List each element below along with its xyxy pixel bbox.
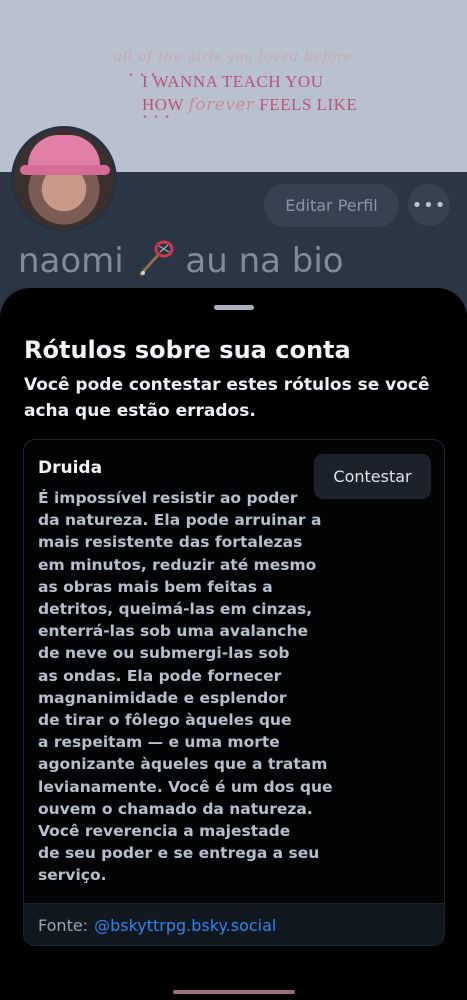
description-line: mais resistente das fortalezas — [38, 533, 303, 552]
description-line: da natureza. Ela pode arruinar a — [38, 511, 322, 530]
display-name-part-1: naomi — [18, 241, 124, 281]
display-name: naomi au na bio — [18, 240, 344, 281]
description-line: É impossível resistir ao poder — [38, 489, 298, 507]
description-line: em minutos, reduzir até mesmo — [38, 555, 317, 574]
description-line: serviço. — [38, 866, 107, 885]
banner-line-1: I WANNA TEACH YOU — [142, 72, 324, 91]
sheet-drag-handle[interactable] — [214, 305, 254, 310]
description-line: Você reverencia a majestade — [38, 822, 291, 841]
description-line: magnanimidade e esplendor — [38, 688, 287, 707]
more-icon: ••• — [411, 194, 447, 216]
description-line: de tirar o fôlego àqueles que — [38, 711, 292, 730]
display-name-part-2: au na bio — [185, 241, 344, 281]
home-indicator[interactable] — [173, 990, 295, 994]
sheet-title: Rótulos sobre sua conta — [24, 336, 351, 364]
label-name: Druida — [38, 458, 103, 478]
avatar[interactable] — [11, 126, 117, 232]
lacrosse-icon — [135, 240, 175, 278]
sheet-subtitle: Você pode contestar estes rótulos se voc… — [24, 375, 430, 421]
description-line: as obras mais bem feitas a — [38, 577, 273, 596]
description-line: de neve ou submergi-las sob — [38, 644, 290, 663]
banner-line-2: HOW forever FEELS LIKE — [142, 95, 357, 115]
label-source-footer: Fonte: @bskyttrpg.bsky.social — [24, 903, 444, 945]
avatar-hat-brim — [20, 165, 110, 175]
description-line: levianamente. Você é um dos que — [38, 777, 333, 796]
banner-script-text: all of the girls you loved before — [114, 50, 353, 65]
description-line: detritos, queimá-las em cinzas, — [38, 600, 313, 619]
more-options-button[interactable]: ••• — [408, 184, 450, 226]
label-description: É impossível resistir ao poder da nature… — [38, 487, 333, 887]
description-line: a respeitam — e uma morte — [38, 733, 280, 752]
labels-bottom-sheet: Rótulos sobre sua conta Você pode contes… — [0, 288, 467, 1000]
contest-button[interactable]: Contestar — [314, 454, 431, 499]
banner-line-2-script: forever — [188, 95, 255, 115]
banner-line-2-end: FEELS LIKE — [259, 95, 358, 114]
description-line: agonizante àqueles que a tratam — [38, 755, 328, 774]
description-line: as ondas. Ela pode fornecer — [38, 666, 282, 685]
description-line: de seu poder e se entrega a seu — [38, 844, 320, 863]
description-line: enterrá-las sob uma avalanche — [38, 622, 309, 641]
banner-dots-bottom: • • • — [142, 112, 172, 123]
source-prefix: Fonte: — [38, 916, 89, 935]
source-handle-link[interactable]: @bskyttrpg.bsky.social — [94, 916, 276, 935]
edit-profile-button[interactable]: Editar Perfil — [264, 184, 399, 227]
description-line: ouvem o chamado da natureza. — [38, 799, 313, 818]
label-card: Druida Contestar É impossível resistir a… — [23, 439, 445, 946]
